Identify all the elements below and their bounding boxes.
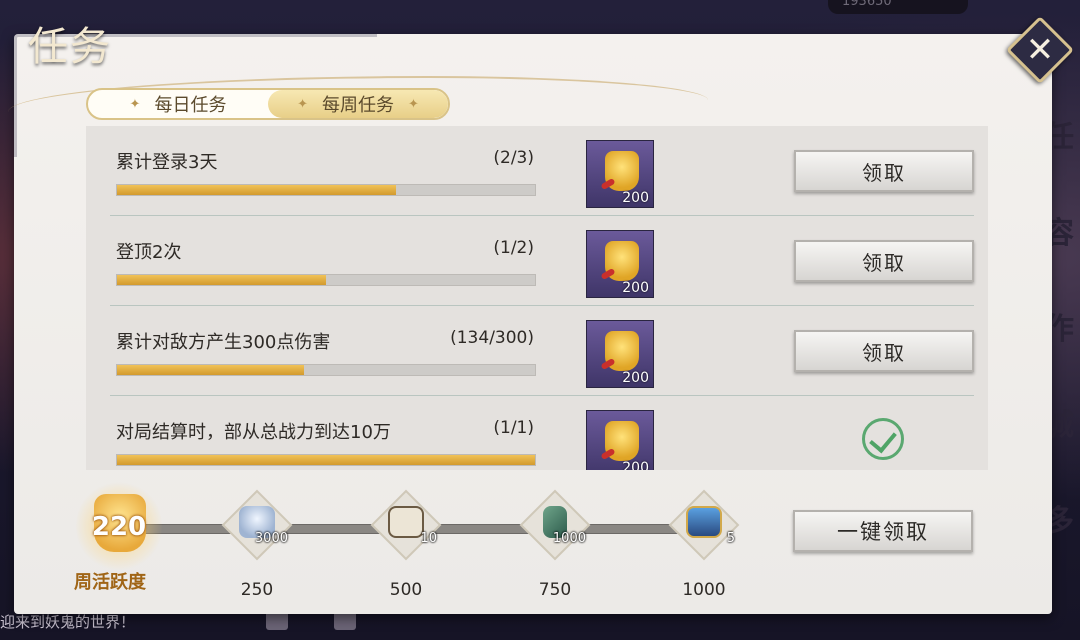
milestone-reward[interactable]: 1000 750 xyxy=(519,489,591,600)
task-progress-text: (1/2) xyxy=(493,238,534,258)
reward-slot[interactable]: 200 xyxy=(586,140,654,208)
weekly-activity-bar: 220 周活跃度 3000 250 10 500 1000 750 5 1000… xyxy=(0,480,1040,600)
task-progress-text: (2/3) xyxy=(493,148,534,168)
progress-fill xyxy=(117,185,396,195)
milestone-reward[interactable]: 3000 250 xyxy=(221,489,293,600)
tab-label: 每周任务 xyxy=(322,95,394,116)
task-name: 对局结算时，部从总战力到达10万 xyxy=(116,422,391,443)
completed-check-icon xyxy=(862,418,904,460)
ornament-icon: ✦ xyxy=(408,96,419,112)
task-progress-bar xyxy=(116,364,536,376)
close-icon: ✕ xyxy=(1025,30,1055,70)
reward-qty: 200 xyxy=(622,370,649,386)
activity-score-badge: 220 xyxy=(76,480,162,572)
window-title: 任务 xyxy=(28,24,112,70)
task-progress-bar xyxy=(116,274,536,286)
milestone-reward[interactable]: 5 1000 xyxy=(668,489,740,600)
milestone-reward[interactable]: 10 500 xyxy=(370,489,442,600)
task-name: 累计对敌方产生300点伤害 xyxy=(116,332,331,353)
currency-counter: 193650 xyxy=(828,0,968,14)
milestone-level: 250 xyxy=(240,580,274,600)
milestone-level: 500 xyxy=(389,580,423,600)
ornament-icon: ✦ xyxy=(297,96,308,112)
milestone-level: 750 xyxy=(538,580,572,600)
reward-slot[interactable]: 200 xyxy=(586,230,654,298)
task-progress-text: (134/300) xyxy=(450,328,534,348)
reward-qty: 200 xyxy=(622,190,649,206)
tab-weekly[interactable]: ✦ 每周任务 ✦ xyxy=(268,90,448,118)
dice-icon xyxy=(388,506,424,538)
claim-button[interactable]: 领取 xyxy=(794,150,974,192)
milestone-level: 1000 xyxy=(682,580,726,600)
task-name: 登顶2次 xyxy=(116,242,182,263)
task-progress-bar xyxy=(116,454,536,466)
reward-qty: 200 xyxy=(622,280,649,296)
milestone-qty: 5 xyxy=(726,531,735,546)
activity-label: 周活跃度 xyxy=(74,572,146,593)
claim-all-button[interactable]: 一键领取 xyxy=(793,510,973,552)
progress-fill xyxy=(117,455,535,465)
activity-score: 220 xyxy=(91,512,147,542)
task-row: 对局结算时，部从总战力到达10万 (1/1) 200 xyxy=(86,396,988,470)
task-row: 累计登录3天 (2/3) 200 领取 xyxy=(86,126,988,216)
progress-fill xyxy=(117,275,326,285)
milestone-qty: 10 xyxy=(420,531,437,546)
tab-label: 每日任务 xyxy=(154,95,227,116)
progress-fill xyxy=(117,365,304,375)
reward-slot[interactable]: 200 xyxy=(586,410,654,470)
claim-button[interactable]: 领取 xyxy=(794,240,974,282)
task-progress-text: (1/1) xyxy=(493,418,534,438)
reward-qty: 200 xyxy=(622,460,649,470)
reward-slot[interactable]: 200 xyxy=(586,320,654,388)
task-row: 累计对敌方产生300点伤害 (134/300) 200 领取 xyxy=(86,306,988,396)
task-list[interactable]: 累计登录3天 (2/3) 200 领取 登顶2次 (1/2) 200 领取 累计… xyxy=(86,126,988,470)
task-row: 登顶2次 (1/2) 200 领取 xyxy=(86,216,988,306)
claim-button[interactable]: 领取 xyxy=(794,330,974,372)
scrolling-ticker: 迎来到妖鬼的世界！ xyxy=(0,613,136,631)
tab-daily[interactable]: ✦ 每日任务 xyxy=(88,90,268,118)
task-progress-bar xyxy=(116,184,536,196)
task-name: 累计登录3天 xyxy=(116,152,218,173)
milestone-qty: 3000 xyxy=(254,531,288,546)
treasure-chest-icon xyxy=(686,506,722,538)
milestone-qty: 1000 xyxy=(552,531,586,546)
ornament-icon: ✦ xyxy=(129,96,141,112)
task-tabs: ✦ 每日任务 ✦ 每周任务 ✦ xyxy=(86,88,450,120)
